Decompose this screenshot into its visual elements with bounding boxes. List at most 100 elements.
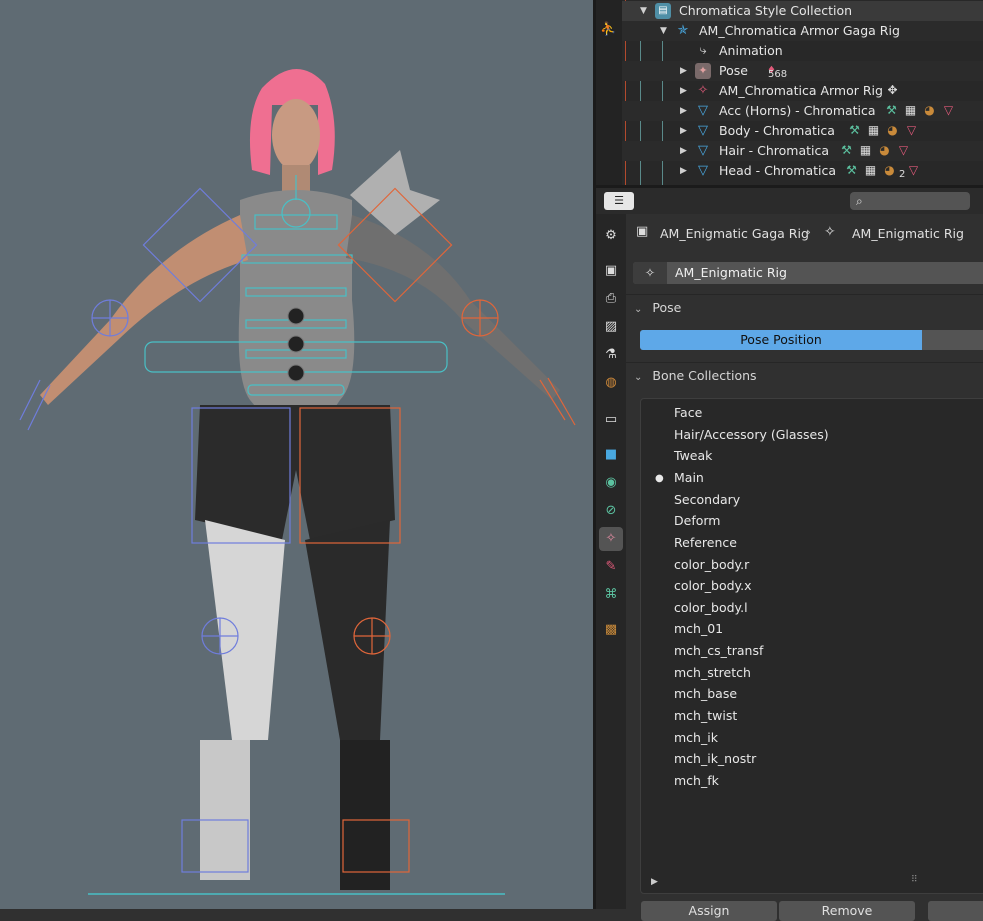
render-tab-icon[interactable]: ▣ [599,259,623,283]
physics-tab-icon[interactable]: ◉ [599,471,623,495]
list-item[interactable]: mch_fk [674,771,719,791]
material-icon[interactable]: ◕ [885,123,900,138]
list-item[interactable]: Tweak [674,446,712,466]
expand-toggle-icon[interactable]: ▼ [640,1,647,21]
expand-toggle-icon[interactable]: ▶ [680,61,687,81]
bone-collections-panel-header[interactable]: ⌄ Bone Collections [634,365,757,387]
bone-collections-list[interactable]: Face Hair/Accessory (Glasses) Tweak ● Ma… [640,398,983,894]
outliner-row-pose[interactable]: ▶ ✦ Pose ♦ 568 [622,61,983,81]
outliner-row-label: AM_Chromatica Armor Gaga Rig [699,23,900,38]
pose-mode-icon[interactable]: ⛹ [600,22,616,37]
bone-tab-icon[interactable]: ✎ [599,555,623,579]
list-item[interactable]: mch_twist [674,706,737,726]
list-item[interactable]: Face [674,403,702,423]
list-item[interactable]: mch_cs_transf [674,641,763,661]
bone-constraint-tab-icon[interactable]: ⌘ [599,583,623,607]
breadcrumb-object[interactable]: AM_Enigmatic Gaga Rig [660,226,809,241]
bone-collections-panel-title: Bone Collections [652,368,757,383]
view-layer-tab-icon[interactable]: ▨ [599,315,623,339]
scene-tab-icon[interactable]: ⚗ [599,343,623,367]
left-arm-shape [40,215,248,405]
vertex-groups-icon[interactable]: ▦ [866,123,881,138]
expand-toggle-icon[interactable]: ▶ [680,121,687,141]
pose-position-button[interactable]: Pose Position [640,330,922,350]
material-icon[interactable]: ◕ [882,163,897,178]
pose-icon: ✦ [695,63,711,79]
pose-panel-header[interactable]: ⌄ Pose [634,297,681,319]
expand-toggle-icon[interactable]: ▶ [680,81,687,101]
list-item[interactable]: Hair/Accessory (Glasses) [674,425,829,445]
assign-button[interactable]: Assign [641,901,777,921]
remove-button[interactable]: Remove [779,901,915,921]
armature-data-icon: ✧ [824,224,836,240]
list-item[interactable]: mch_ik_nostr [674,749,756,769]
mesh-data-icon[interactable]: ▽ [941,103,956,118]
list-item[interactable]: mch_stretch [674,663,751,683]
mesh-data-icon[interactable]: ▽ [896,143,911,158]
select-button[interactable] [928,901,983,921]
list-item[interactable]: mch_base [674,684,737,704]
mesh-data-icon[interactable]: ▽ [904,123,919,138]
list-item[interactable]: mch_01 [674,619,723,639]
material-icon[interactable]: ◕ [877,143,892,158]
3d-viewport[interactable] [0,0,593,909]
material-icon[interactable]: ◕ [922,103,937,118]
list-item-active[interactable]: Main [674,468,704,488]
face-shape [272,99,320,171]
outliner-row-mesh-body[interactable]: ▶ ▽ Body - Chromatica ⚒ ▦ ◕ ▽ [622,121,983,141]
material-count: 2 [899,169,906,180]
outliner[interactable]: ⛹ ▼ ▤ Chromatica Style Collection ▼ ✯ AM… [596,0,983,185]
list-item[interactable]: color_body.r [674,555,749,575]
datablock-selector[interactable]: ✧ AM_Enigmatic Rig [633,262,983,284]
object-tab-icon[interactable]: ■ [599,443,623,467]
right-leg-shape [305,520,390,740]
tool-tab-icon[interactable]: ⚙ [599,224,623,248]
editor-type-icon[interactable]: ☰ [604,192,634,210]
world-tab-icon[interactable]: ◍ [599,371,623,395]
outliner-row-mesh-hair[interactable]: ▶ ▽ Hair - Chromatica ⚒ ▦ ◕ ▽ [622,141,983,161]
list-item[interactable]: color_body.l [674,598,748,618]
output-tab-icon[interactable]: ⎙ [599,287,623,311]
left-boot-shape [200,740,250,880]
list-item[interactable]: Reference [674,533,737,553]
outliner-row-label: Hair - Chromatica [719,143,830,158]
modifier-wrench-icon[interactable]: ⚒ [847,123,862,138]
list-filter-toggle-icon[interactable]: ▶ [651,877,658,887]
expand-toggle-icon[interactable]: ▼ [660,21,667,41]
search-input[interactable]: ⌕ [850,192,970,210]
outliner-row-label: Chromatica Style Collection [679,3,853,18]
datablock-name[interactable]: AM_Enigmatic Rig [675,262,787,284]
texture-tab-icon[interactable]: ▩ [599,618,623,642]
modifier-wrench-icon[interactable]: ⚒ [884,103,899,118]
vertex-groups-icon[interactable]: ▦ [858,143,873,158]
outliner-row-collection[interactable]: ▼ ▤ Chromatica Style Collection [622,1,983,21]
bone-constraint-icon[interactable]: ✥ [885,83,900,98]
chevron-down-icon: ⌄ [634,304,643,315]
outliner-row-mesh-head[interactable]: ▶ ▽ Head - Chromatica ⚒ ▦ ◕ 2 ▽ [622,161,983,181]
search-icon: ⌕ [856,194,863,208]
armature-data-tab-icon[interactable]: ✧ [599,527,623,551]
collection-tab-icon[interactable]: ▭ [599,408,623,432]
modifier-wrench-icon[interactable]: ⚒ [844,163,859,178]
properties-tabs: ⚙ ▣ ⎙ ▨ ⚗ ◍ ▭ ■ ◉ ⊘ ✧ ✎ ⌘ ▩ [596,214,626,909]
constraints-tab-icon[interactable]: ⊘ [599,499,623,523]
expand-toggle-icon[interactable]: ▶ [680,141,687,161]
list-item[interactable]: mch_ik [674,728,718,748]
armature-browse-icon[interactable]: ✧ [633,262,667,284]
outliner-row-armature-data[interactable]: ▶ ✧ AM_Chromatica Armor Rig ✥ [622,81,983,101]
list-item[interactable]: color_body.x [674,576,752,596]
object-icon: ▣ [636,224,649,239]
vertex-groups-icon[interactable]: ▦ [903,103,918,118]
list-resize-grip-icon[interactable]: ⠿ [911,875,918,885]
mesh-data-icon[interactable]: ▽ [906,163,921,178]
list-item[interactable]: Secondary [674,490,740,510]
breadcrumb-data[interactable]: AM_Enigmatic Rig [852,226,964,241]
outliner-row-animation[interactable]: ⤷ Animation [622,41,983,61]
outliner-row-mesh-horns[interactable]: ▶ ▽ Acc (Horns) - Chromatica ⚒ ▦ ◕ ▽ [622,101,983,121]
expand-toggle-icon[interactable]: ▶ [680,101,687,121]
expand-toggle-icon[interactable]: ▶ [680,161,687,181]
vertex-groups-icon[interactable]: ▦ [863,163,878,178]
list-item[interactable]: Deform [674,511,720,531]
modifier-wrench-icon[interactable]: ⚒ [839,143,854,158]
outliner-row-armature-object[interactable]: ▼ ✯ AM_Chromatica Armor Gaga Rig [622,21,983,41]
